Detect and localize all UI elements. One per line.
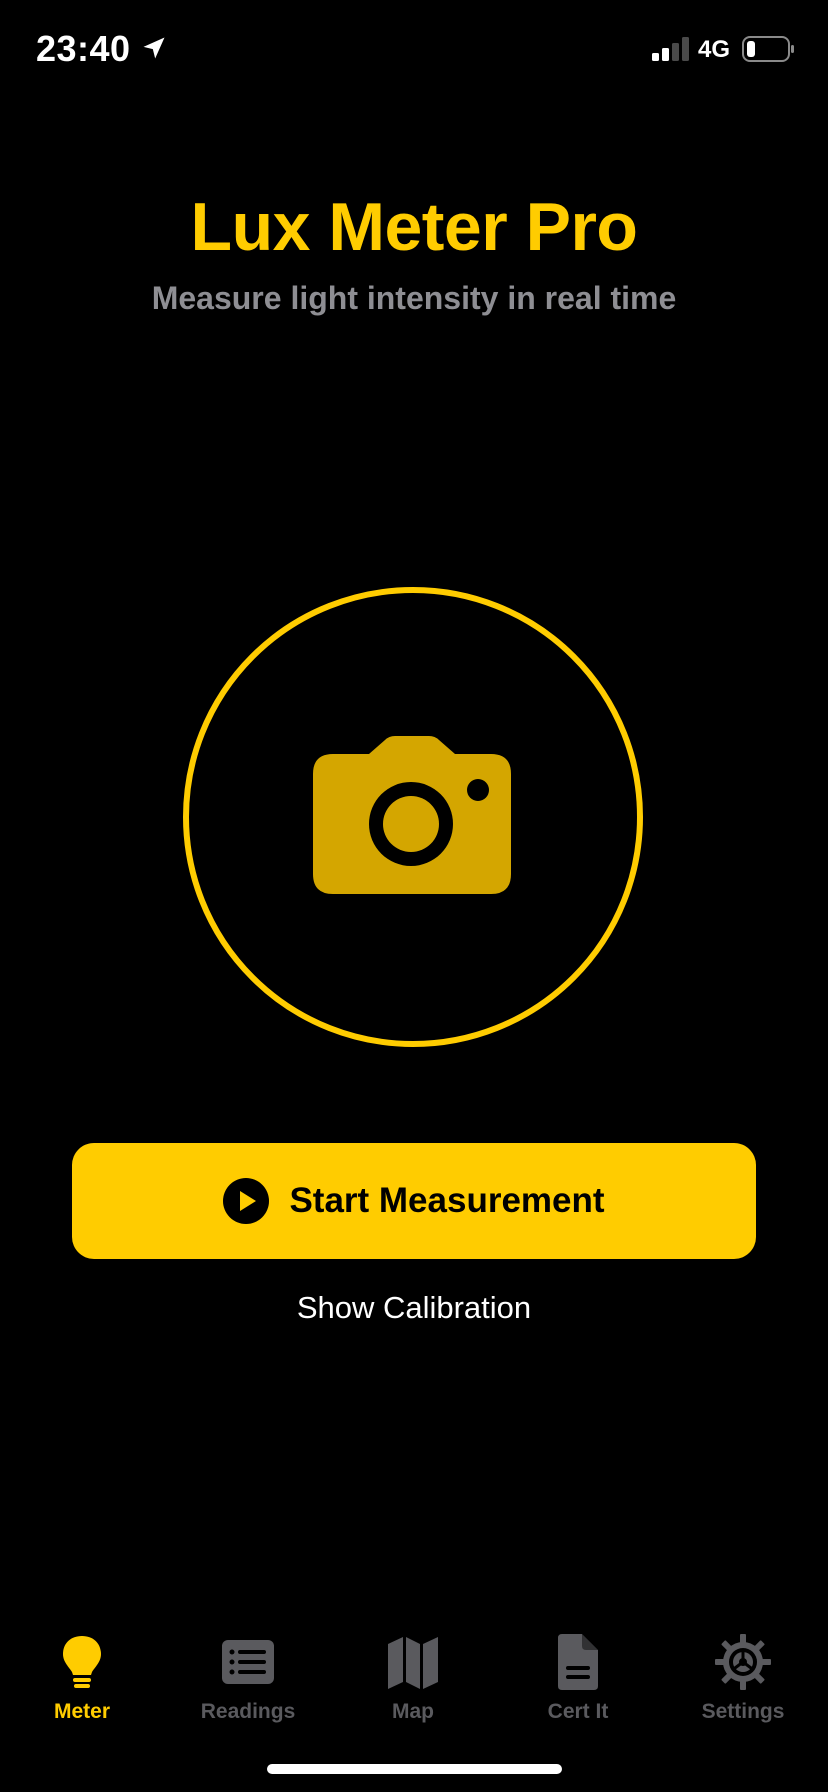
cellular-signal-icon (652, 37, 689, 61)
tab-bar: Meter Readings Map Cert It Settings (0, 1620, 828, 1730)
status-bar: 23:40 4G (0, 0, 828, 100)
status-time: 23:40 (36, 28, 131, 69)
tab-meter[interactable]: Meter (7, 1620, 157, 1730)
lightbulb-icon (63, 1636, 101, 1688)
tab-label: Meter (53, 1700, 111, 1723)
tab-map[interactable]: Map (338, 1620, 488, 1730)
tab-label: Settings (701, 1700, 785, 1723)
tab-label: Cert It (547, 1700, 609, 1723)
camera-icon (313, 736, 511, 894)
app-title: Lux Meter Pro (190, 189, 638, 265)
location-arrow-icon (143, 37, 165, 59)
tab-label: Readings (200, 1700, 296, 1723)
tab-label: Map (392, 1700, 434, 1723)
play-circle-icon (223, 1178, 270, 1224)
start-measurement-label: Start Measurement (289, 1181, 605, 1220)
app-subtitle: Measure light intensity in real time (151, 280, 677, 316)
document-icon (558, 1634, 598, 1690)
start-measurement-button[interactable]: Start Measurement (72, 1143, 756, 1259)
list-icon (222, 1640, 274, 1684)
home-indicator[interactable] (267, 1764, 562, 1774)
tab-readings[interactable]: Readings (173, 1620, 323, 1730)
tab-cert-it[interactable]: Cert It (503, 1620, 653, 1730)
tab-settings[interactable]: Settings (668, 1620, 818, 1730)
network-type: 4G (698, 36, 731, 63)
show-calibration-link[interactable]: Show Calibration (0, 1290, 828, 1326)
gear-icon (715, 1634, 771, 1690)
map-icon (388, 1637, 438, 1689)
battery-icon (742, 36, 794, 62)
